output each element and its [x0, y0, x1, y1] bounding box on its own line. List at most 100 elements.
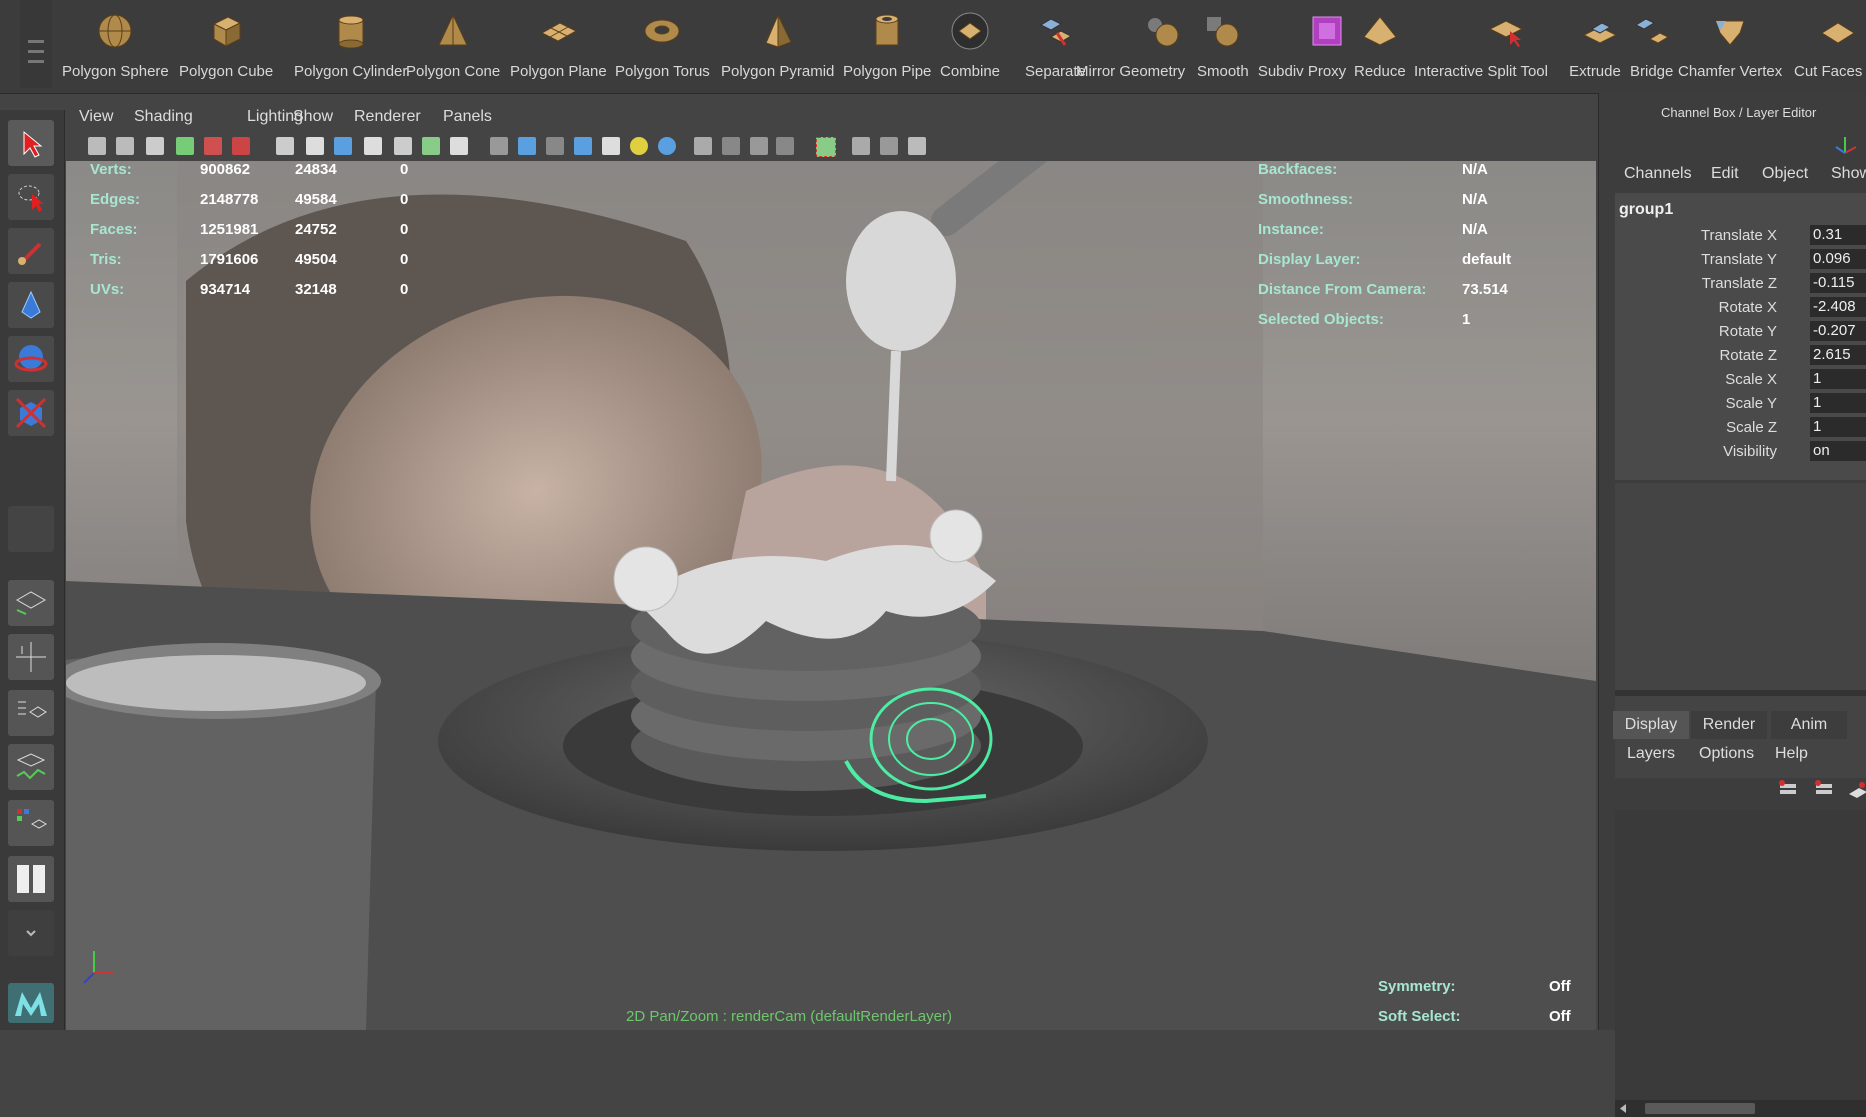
xray-joints-icon[interactable]: [880, 137, 898, 155]
menu-options[interactable]: Options: [1699, 745, 1754, 763]
cut-faces-button[interactable]: Cut Faces: [1794, 4, 1862, 88]
attr-value[interactable]: 0.31: [1810, 225, 1866, 245]
tab-display[interactable]: Display: [1613, 711, 1689, 739]
menu-show[interactable]: Show: [1831, 165, 1866, 183]
attr-scale-x[interactable]: Scale X 1: [1615, 369, 1866, 391]
two-d-pan-zoom-icon[interactable]: [204, 137, 222, 155]
menu-object[interactable]: Object: [1762, 165, 1808, 183]
isolate-select-icon[interactable]: [816, 137, 836, 157]
flat-shade-icon[interactable]: [574, 137, 592, 155]
xray-components-icon[interactable]: [908, 137, 926, 155]
camera-attributes-icon[interactable]: [116, 137, 134, 155]
layout-outliner-persp-button[interactable]: [8, 690, 54, 736]
polygon-cone-button[interactable]: Polygon Cone: [406, 4, 500, 88]
mirror-geometry-button[interactable]: Mirror Geometry: [1076, 4, 1185, 88]
attr-scale-z[interactable]: Scale Z 1: [1615, 417, 1866, 439]
menu-shading[interactable]: Shading: [134, 108, 193, 126]
smooth-shade-icon[interactable]: [518, 137, 536, 155]
menu-show[interactable]: Show: [293, 108, 333, 126]
attr-translate-z[interactable]: Translate Z -0.115: [1615, 273, 1866, 295]
attr-value[interactable]: on: [1810, 441, 1866, 461]
selected-object-name[interactable]: group1: [1619, 201, 1673, 219]
lasso-tool-button[interactable]: [8, 174, 54, 220]
polygon-cylinder-button[interactable]: Polygon Cylinder: [294, 4, 407, 88]
field-chart-icon[interactable]: [394, 137, 412, 155]
wireframe-icon[interactable]: [490, 137, 508, 155]
grid-icon[interactable]: [276, 137, 294, 155]
move-to-layer-icon[interactable]: [1847, 778, 1866, 807]
attr-value[interactable]: -2.408: [1810, 297, 1866, 317]
attr-translate-x[interactable]: Translate X 0.31: [1615, 225, 1866, 247]
layer-list[interactable]: [1615, 810, 1866, 1100]
textured-icon[interactable]: [602, 137, 620, 155]
menu-panels[interactable]: Panels: [443, 108, 492, 126]
subdiv-proxy-button[interactable]: Subdiv Proxy: [1256, 4, 1348, 88]
bookmarks-icon[interactable]: [146, 137, 164, 155]
layout-more-button[interactable]: [8, 910, 54, 956]
screen-space-ao-icon[interactable]: [694, 137, 712, 155]
attr-scale-y[interactable]: Scale Y 1: [1615, 393, 1866, 415]
new-layer-from-selected-icon[interactable]: [1813, 778, 1837, 807]
shadows-icon[interactable]: [658, 137, 676, 155]
scale-tool-button[interactable]: [8, 390, 54, 436]
scroll-thumb[interactable]: [1645, 1103, 1755, 1114]
attr-translate-y[interactable]: Translate Y 0.096: [1615, 249, 1866, 271]
attr-value[interactable]: 1: [1810, 369, 1866, 389]
menu-view[interactable]: View: [79, 108, 113, 126]
reduce-button[interactable]: Reduce: [1354, 4, 1406, 88]
new-layer-icon[interactable]: [1777, 778, 1801, 807]
polygon-pipe-button[interactable]: Polygon Pipe: [843, 4, 931, 88]
attr-visibility[interactable]: Visibility on: [1615, 441, 1866, 463]
attr-value[interactable]: 0.096: [1810, 249, 1866, 269]
menu-edit[interactable]: Edit: [1711, 165, 1739, 183]
smooth-button[interactable]: Smooth: [1197, 4, 1249, 88]
move-tool-button[interactable]: [8, 282, 54, 328]
select-tool-button[interactable]: [8, 120, 54, 166]
scroll-left-icon[interactable]: [1617, 1100, 1629, 1117]
menu-layers[interactable]: Layers: [1627, 745, 1675, 763]
attr-rotate-y[interactable]: Rotate Y -0.207: [1615, 321, 1866, 343]
shelf-grip[interactable]: [20, 0, 52, 88]
attr-value[interactable]: 1: [1810, 417, 1866, 437]
xray-icon[interactable]: [852, 137, 870, 155]
image-plane-icon[interactable]: [176, 137, 194, 155]
multisample-icon[interactable]: [750, 137, 768, 155]
polygon-cube-button[interactable]: Polygon Cube: [179, 4, 273, 88]
layout-hypershade-button[interactable]: [8, 800, 54, 846]
attr-value[interactable]: 2.615: [1810, 345, 1866, 365]
polygon-torus-button[interactable]: Polygon Torus: [615, 4, 710, 88]
combine-button[interactable]: Combine: [940, 4, 1000, 88]
channel-box-toggle-icon[interactable]: [1834, 133, 1857, 160]
tab-render[interactable]: Render: [1691, 711, 1767, 739]
polygon-sphere-button[interactable]: Polygon Sphere: [62, 4, 169, 88]
panel-splitter[interactable]: [1615, 690, 1866, 696]
last-used-tool-button[interactable]: [8, 506, 54, 552]
gate-mask-icon[interactable]: [364, 137, 382, 155]
menu-renderer[interactable]: Renderer: [354, 108, 421, 126]
polygon-plane-button[interactable]: Polygon Plane: [510, 4, 607, 88]
attr-rotate-z[interactable]: Rotate Z 2.615: [1615, 345, 1866, 367]
grease-pencil-icon[interactable]: [232, 137, 250, 155]
attr-value[interactable]: -0.115: [1810, 273, 1866, 293]
safe-title-icon[interactable]: [450, 137, 468, 155]
layout-single-button[interactable]: [8, 580, 54, 626]
paint-select-tool-button[interactable]: [8, 228, 54, 274]
layout-four-button[interactable]: [8, 634, 54, 680]
layout-side-by-side-button[interactable]: [8, 856, 54, 902]
select-camera-icon[interactable]: [88, 137, 106, 155]
film-gate-icon[interactable]: [306, 137, 324, 155]
motion-blur-icon[interactable]: [722, 137, 740, 155]
tab-anim[interactable]: Anim: [1771, 711, 1847, 739]
layout-graph-persp-button[interactable]: [8, 744, 54, 790]
use-lights-icon[interactable]: [630, 137, 648, 155]
attr-rotate-x[interactable]: Rotate X -2.408: [1615, 297, 1866, 319]
menu-channels[interactable]: Channels: [1624, 165, 1692, 183]
menu-help[interactable]: Help: [1775, 745, 1808, 763]
rotate-tool-button[interactable]: [8, 336, 54, 382]
polygon-pyramid-button[interactable]: Polygon Pyramid: [721, 4, 834, 88]
extrude-button[interactable]: Extrude: [1569, 4, 1621, 88]
attr-value[interactable]: 1: [1810, 393, 1866, 413]
chamfer-vertex-button[interactable]: Chamfer Vertex: [1678, 4, 1782, 88]
bridge-button[interactable]: Bridge: [1630, 4, 1673, 88]
attr-value[interactable]: -0.207: [1810, 321, 1866, 341]
